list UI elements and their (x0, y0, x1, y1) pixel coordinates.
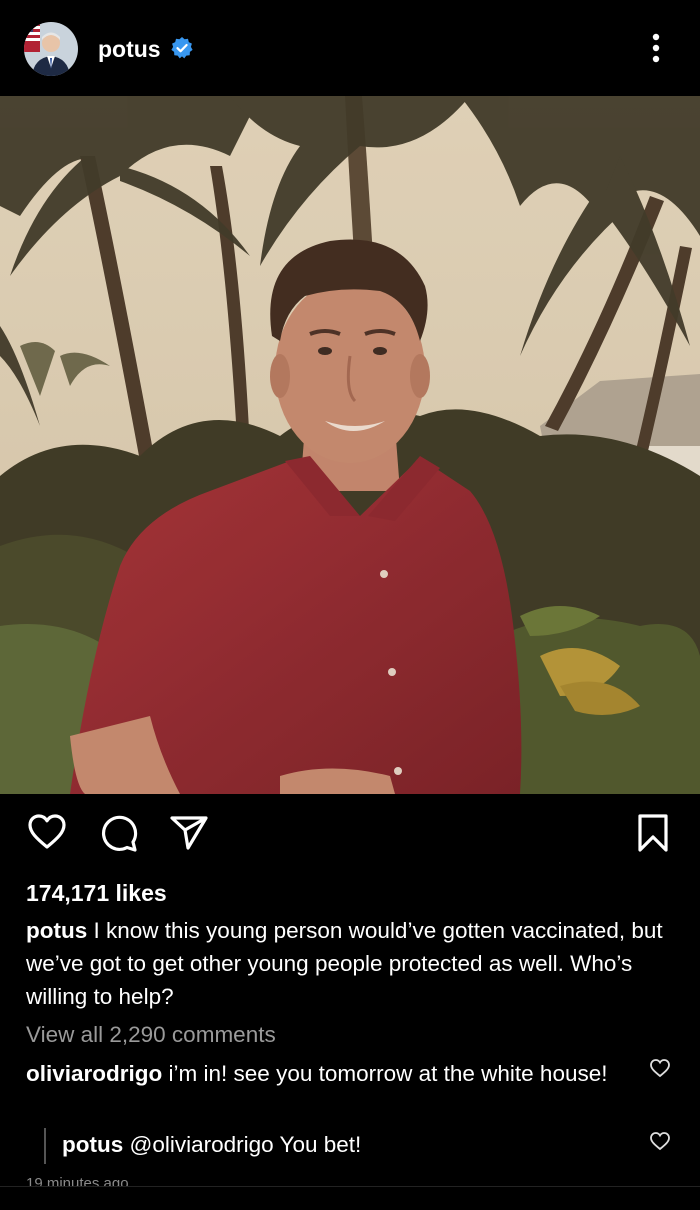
more-options-icon[interactable] (640, 30, 672, 68)
caption-text: I know this young person would’ve gotten… (26, 918, 663, 1009)
reply-username[interactable]: potus (62, 1132, 123, 1157)
avatar-image (24, 22, 78, 76)
share-icon[interactable] (168, 812, 210, 852)
verified-badge-icon (171, 37, 193, 59)
heart-icon[interactable] (26, 812, 68, 852)
post-photo-image (0, 96, 700, 794)
reply-text: @oliviarodrigo You bet! (129, 1132, 362, 1157)
likes-count[interactable]: 174,171 likes (26, 878, 167, 908)
avatar[interactable] (24, 22, 78, 76)
reply-comment: potus @oliviarodrigo You bet! (62, 1130, 361, 1160)
caption: potus I know this young person would’ve … (26, 914, 686, 1013)
bottom-bar (0, 1187, 700, 1210)
post-photo[interactable] (0, 96, 700, 794)
caption-username[interactable]: potus (26, 918, 87, 943)
bookmark-icon[interactable] (636, 812, 670, 854)
reply-thread-line (44, 1128, 46, 1164)
view-all-comments-link[interactable]: View all 2,290 comments (26, 1020, 276, 1050)
comment-icon[interactable] (98, 812, 140, 854)
username[interactable]: potus (98, 34, 161, 64)
comment-like-heart-icon[interactable] (649, 1058, 671, 1078)
comment-username[interactable]: oliviarodrigo (26, 1061, 162, 1086)
post-header: potus (0, 0, 700, 96)
reply-like-heart-icon[interactable] (649, 1131, 671, 1151)
comment-text: i’m in! see you tomorrow at the white ho… (168, 1061, 608, 1086)
comment: oliviarodrigo i’m in! see you tomorrow a… (26, 1057, 626, 1090)
